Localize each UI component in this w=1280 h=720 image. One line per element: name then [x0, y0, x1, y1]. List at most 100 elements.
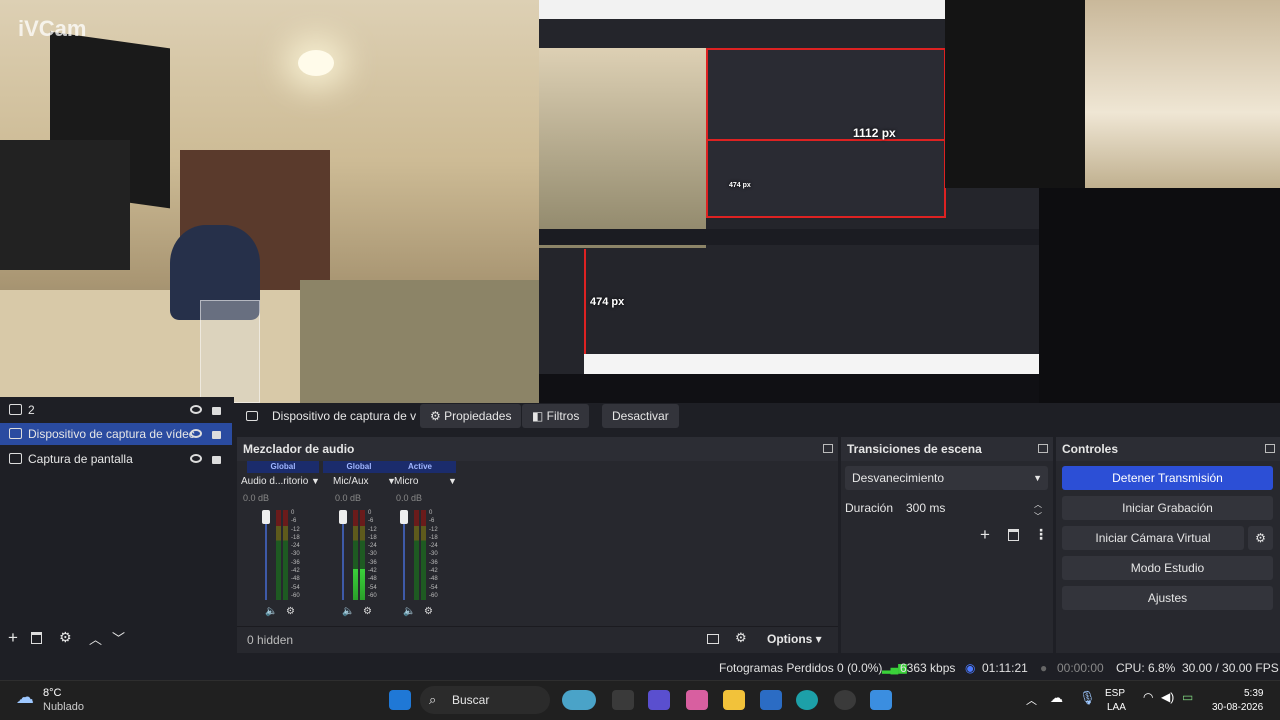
folder-icon[interactable]: [723, 690, 745, 710]
microphone-icon[interactable]: 🎙: [1079, 690, 1096, 706]
clock-date[interactable]: 30-08-2026: [1212, 702, 1263, 713]
teams-icon[interactable]: [648, 690, 670, 710]
channel-settings-icon[interactable]: ⚙: [363, 606, 372, 617]
add-icon[interactable]: +: [980, 525, 990, 545]
source-item-screen-capture[interactable]: Captura de pantalla: [0, 448, 232, 470]
channel-name[interactable]: Audio d...ritorio: [241, 476, 308, 487]
channel-name[interactable]: Micro: [394, 476, 418, 487]
channel-settings-icon[interactable]: ⚙: [286, 606, 295, 617]
channel-db: 0.0 dB: [335, 493, 362, 503]
channel-tag: Active: [384, 461, 456, 473]
clock-time[interactable]: 5:39: [1244, 688, 1263, 699]
scale-tick: -42: [429, 568, 438, 575]
trash-icon[interactable]: [1008, 529, 1019, 541]
eye-icon[interactable]: [190, 405, 202, 414]
fader-knob[interactable]: [339, 510, 347, 524]
volume-icon[interactable]: ◀): [1161, 690, 1174, 704]
audio-mixer-header: Mezclador de audio: [237, 437, 838, 461]
stop-stream-button[interactable]: Detener Transmisión: [1062, 466, 1273, 490]
dock-icon[interactable]: [1265, 444, 1275, 453]
camera-icon: [9, 428, 22, 439]
chevron-up-icon[interactable]: ︿: [89, 629, 102, 648]
speaker-icon[interactable]: 🔈: [403, 606, 415, 617]
channel-name[interactable]: Mic/Aux: [333, 476, 369, 487]
chevron-down-icon: ▼: [1033, 473, 1042, 483]
chevron-down-icon[interactable]: ▼: [448, 476, 457, 486]
mixer-footer: 0 hidden ⚙ Options ▾: [237, 626, 838, 653]
more-icon[interactable]: ⋮: [1034, 526, 1048, 543]
obs-icon[interactable]: [834, 690, 856, 710]
copilot-icon[interactable]: [686, 690, 708, 710]
settings-button[interactable]: Ajustes: [1062, 586, 1273, 610]
scale-tick: -6: [429, 518, 435, 525]
dock-icon[interactable]: [1038, 444, 1048, 453]
deactivate-button[interactable]: Desactivar: [602, 404, 679, 428]
chevron-up-icon[interactable]: ︿: [1026, 692, 1037, 708]
studio-mode-button[interactable]: Modo Estudio: [1062, 556, 1273, 580]
bitrate: 6363 kbps: [900, 661, 956, 675]
lang-2[interactable]: LAA: [1107, 702, 1126, 713]
speaker-icon[interactable]: 🔈: [342, 606, 354, 617]
terminal-icon[interactable]: [612, 690, 634, 710]
layout-icon[interactable]: [707, 634, 719, 644]
properties-button[interactable]: ⚙ Propiedades: [420, 404, 522, 428]
cloud-sync-icon[interactable]: ☁: [1050, 690, 1063, 706]
lock-icon[interactable]: [212, 407, 221, 415]
current-source-label: Dispositivo de captura de v: [272, 409, 417, 423]
chevron-down-icon[interactable]: ﹀: [112, 628, 125, 647]
gear-icon[interactable]: ⚙: [735, 630, 747, 646]
shark-icon[interactable]: [562, 690, 596, 710]
weather-temp[interactable]: 8°C: [43, 687, 61, 699]
virtual-camera-settings-button[interactable]: ⚙: [1248, 526, 1273, 550]
chevron-down-icon[interactable]: ▼: [311, 476, 320, 486]
controls-header: Controles: [1056, 437, 1280, 461]
duration-label: Duración: [845, 501, 894, 515]
source-item-capture-device[interactable]: Dispositivo de captura de vídec: [0, 423, 232, 445]
weather-desc[interactable]: Nublado: [43, 701, 84, 713]
ivcam-icon[interactable]: [870, 690, 892, 710]
fader-knob[interactable]: [262, 510, 270, 524]
start-recording-button[interactable]: Iniciar Grabación: [1062, 496, 1273, 520]
nested-webcam: [539, 48, 706, 248]
virtual-camera-button[interactable]: Iniciar Cámara Virtual: [1062, 526, 1244, 550]
duration-input[interactable]: 300 ms ︿ ﹀: [900, 496, 1048, 521]
speaker-icon[interactable]: 🔈: [265, 606, 277, 617]
meter-scale: 0 -6 -12 -18 -24 -30 -36 -42 -48 -54 -60: [368, 510, 378, 601]
wifi-icon[interactable]: ◠: [1143, 690, 1153, 704]
controls-title: Controles: [1062, 442, 1119, 456]
transition-select[interactable]: Desvanecimiento ▼: [845, 466, 1048, 490]
lock-icon[interactable]: [212, 431, 221, 439]
eye-icon[interactable]: [190, 454, 202, 463]
cpu-usage: CPU: 6.8%: [1116, 661, 1176, 675]
source-item-2[interactable]: 2: [0, 399, 232, 421]
scale-tick: 0: [429, 510, 433, 516]
dock-icon[interactable]: [823, 444, 833, 453]
lock-icon[interactable]: [212, 456, 221, 464]
trash-icon[interactable]: [31, 632, 42, 644]
lang-1[interactable]: ESP: [1105, 688, 1125, 699]
sources-panel: 2 Dispositivo de captura de vídec Captur…: [0, 397, 234, 653]
gear-icon[interactable]: ⚙: [59, 629, 72, 646]
windows-start-icon[interactable]: [389, 690, 411, 710]
monitor-shape: [0, 140, 130, 270]
preview-empty-area: [1039, 188, 1280, 403]
stream-time: 01:11:21: [982, 661, 1028, 675]
level-meter: [283, 510, 288, 600]
scale-tick: -30: [429, 551, 438, 558]
channel-settings-icon[interactable]: ⚙: [424, 606, 433, 617]
program-preview[interactable]: iVCam 1112 px 474 px 474 px: [0, 0, 1280, 403]
options-button[interactable]: Options ▾: [767, 632, 822, 646]
duration-value: 300 ms: [906, 501, 946, 515]
edge-icon[interactable]: [796, 690, 818, 710]
deactivate-label: Desactivar: [612, 409, 669, 423]
broadcast-icon: ◉: [965, 661, 976, 675]
add-icon[interactable]: +: [8, 628, 18, 648]
eye-icon[interactable]: [190, 429, 202, 438]
filters-button[interactable]: ◧ Filtros: [522, 404, 590, 428]
battery-icon[interactable]: ▭: [1182, 690, 1193, 704]
fader-knob[interactable]: [400, 510, 408, 524]
guide-line-h: [706, 139, 946, 141]
outlook-icon[interactable]: [760, 690, 782, 710]
scale-tick: -18: [291, 534, 300, 541]
taskbar-search[interactable]: ⌕ Buscar: [420, 686, 550, 714]
